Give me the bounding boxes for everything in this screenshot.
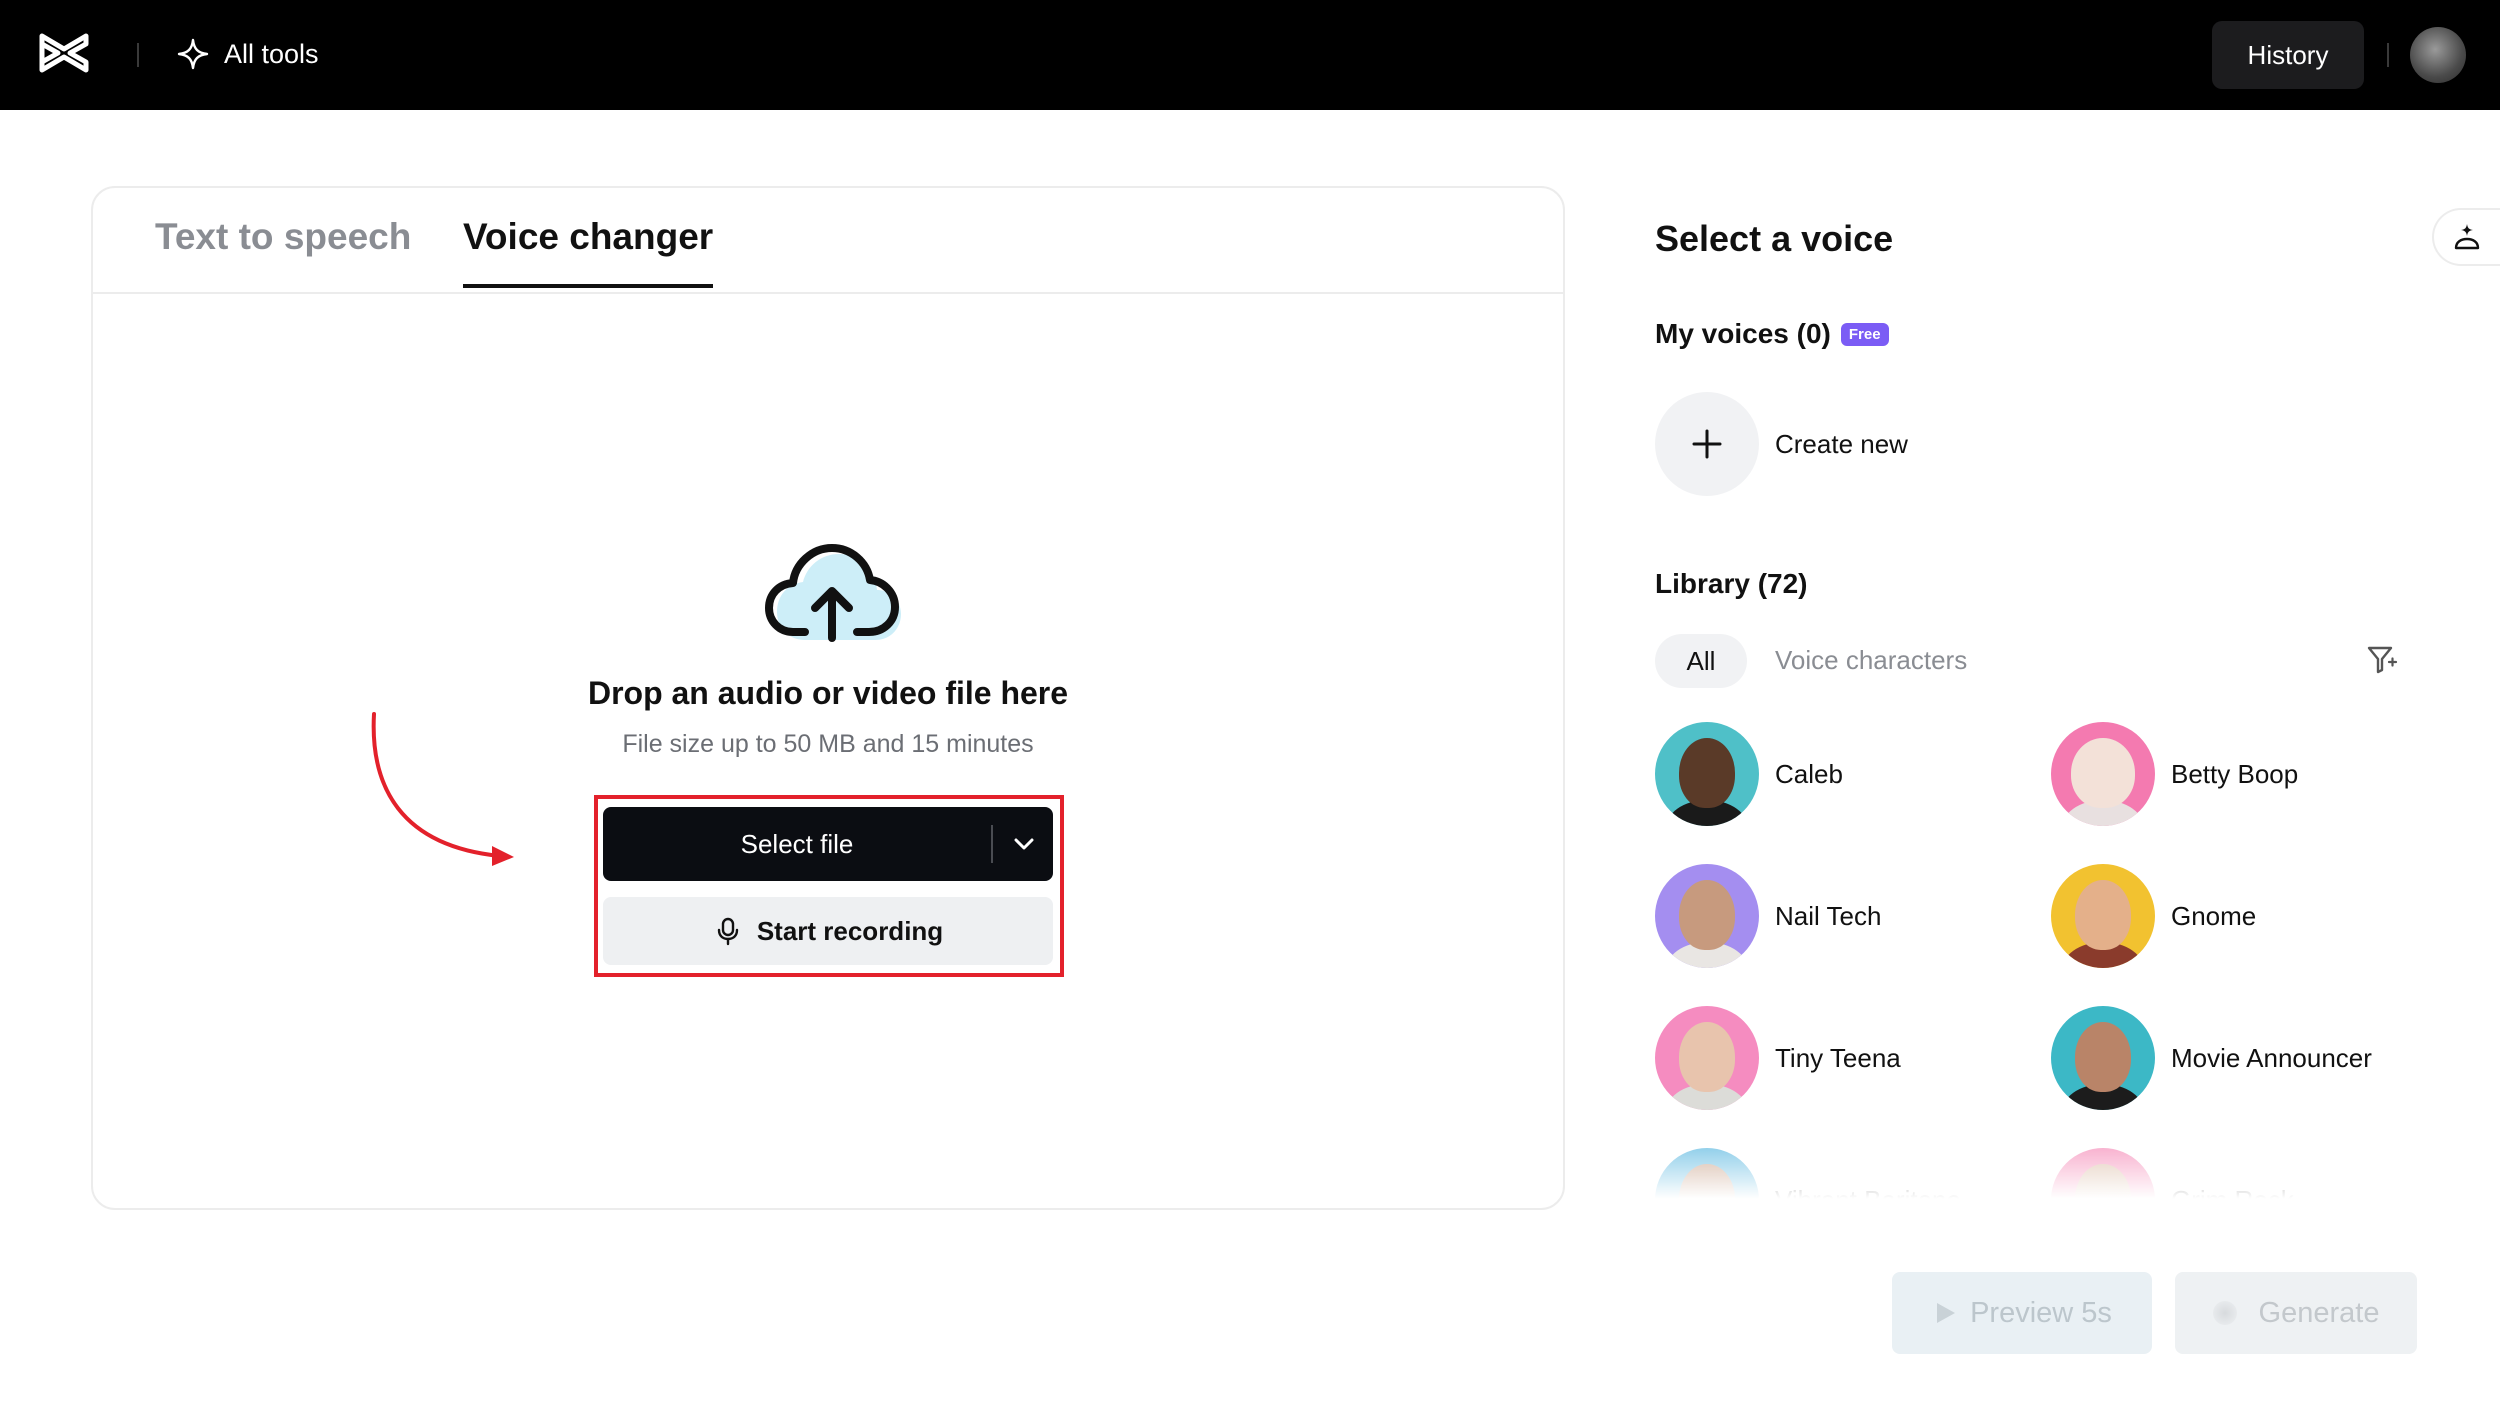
voice-name: Movie Announcer [2171,1042,2372,1073]
voice-library-list[interactable]: Caleb Betty Boop Nail Tech Gnome Tiny Te… [1655,722,2475,1212]
cloud-upload-icon [765,544,901,642]
mode-tabs: Text to speech Voice changer [93,188,1563,294]
voice-item-tiny-teena[interactable]: Tiny Teena [1655,1006,1901,1110]
create-new-voice-button[interactable]: Create new [1655,392,1908,496]
capcut-logo-icon[interactable] [38,30,90,76]
voice-name: Tiny Teena [1775,1042,1901,1073]
plus-icon [1655,392,1759,496]
voice-item-caleb[interactable]: Caleb [1655,722,1843,826]
side-tool-button[interactable] [2432,208,2500,266]
voice-selection-panel: Select a voice My voices (0) Free Create… [1655,186,2475,1246]
voice-name: Gnome [2171,900,2257,931]
voice-item-gnome[interactable]: Gnome [2051,864,2256,968]
play-icon [1937,1303,1956,1323]
voice-item-nail-tech[interactable]: Nail Tech [1655,864,1881,968]
chevron-down-icon[interactable] [1011,831,1037,857]
voice-item-betty-boop[interactable]: Betty Boop [2051,722,2298,826]
create-new-label: Create new [1775,428,1908,459]
voice-name: Vibrant Baritone [1775,1184,1961,1213]
tab-text-to-speech[interactable]: Text to speech [155,216,411,284]
voice-avatar [1655,1006,1759,1110]
voice-name: Betty Boop [2171,758,2299,789]
voice-avatar [1655,1148,1759,1212]
filter-all-chip[interactable]: All [1655,634,1747,688]
history-button[interactable]: History [2212,21,2364,89]
select-voice-title: Select a voice [1655,218,1894,259]
voice-avatar [2051,1006,2155,1110]
annotation-arrow-icon [371,712,514,866]
tab-voice-changer[interactable]: Voice changer [463,216,714,288]
upload-dropzone[interactable]: Drop an audio or video file here File si… [93,294,1563,1210]
voice-avatar [2051,722,2155,826]
dropzone-title: Drop an audio or video file here [587,675,1069,711]
my-voices-label: My voices (0) [1655,318,1831,349]
voice-changer-card: Text to speech Voice changer Drop an aud… [91,186,1565,1210]
generate-label: Generate [2258,1296,2380,1329]
select-file-label: Select file [740,828,854,859]
voice-avatar [1655,722,1759,826]
voice-item-movie-announcer[interactable]: Movie Announcer [2051,1006,2372,1110]
start-recording-button[interactable]: Start recording [603,897,1053,965]
loading-spinner-icon [2212,1301,2237,1325]
filter-icon[interactable] [2365,642,2399,676]
voice-item-vibrant-baritone[interactable]: Vibrant Baritone [1655,1148,1961,1212]
voice-name: Caleb [1775,758,1843,789]
filter-voice-characters-chip[interactable]: Voice characters [1775,645,1967,676]
sparkle-icon [177,38,209,70]
voice-avatar [1655,864,1759,968]
top-bar: All tools History [0,0,2500,110]
voice-avatar [2051,1148,2155,1212]
voice-name: Grim Rock [2171,1184,2294,1213]
voice-item-grim-rock[interactable]: Grim Rock [2051,1148,2294,1212]
all-tools-button[interactable]: All tools [176,32,319,76]
generate-button[interactable]: Generate [2175,1272,2417,1354]
topbar-divider-right [2387,43,2389,67]
my-voices-heading: My voices (0) Free [1655,318,1889,350]
select-file-button[interactable]: Select file [603,807,1053,881]
preview-button[interactable]: Preview 5s [1892,1272,2152,1354]
all-tools-label: All tools [224,38,319,69]
start-recording-label: Start recording [756,915,944,946]
dropzone-subtitle: File size up to 50 MB and 15 minutes [622,730,1034,758]
free-badge: Free [1840,322,1889,346]
voice-avatar [2051,864,2155,968]
select-file-separator [991,825,993,863]
sparkle-person-icon [2454,224,2480,250]
preview-label: Preview 5s [1970,1296,2112,1329]
user-avatar[interactable] [2410,27,2466,83]
voice-name: Nail Tech [1775,900,1882,931]
topbar-divider [137,43,139,67]
library-heading: Library (72) [1655,568,1808,599]
microphone-icon [717,917,739,946]
